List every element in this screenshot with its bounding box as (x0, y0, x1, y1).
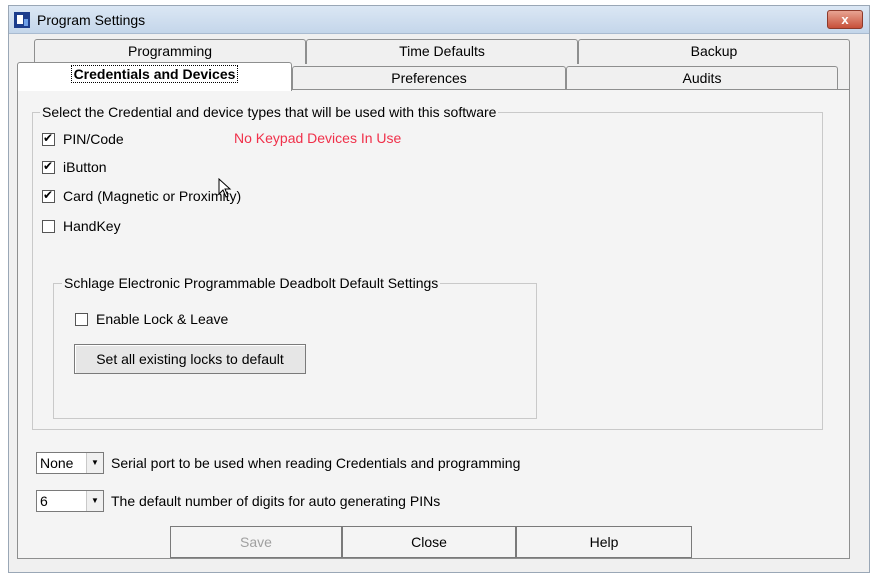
checkbox-icon[interactable] (75, 312, 88, 326)
serial-port-label: Serial port to be used when reading Cred… (111, 455, 521, 471)
tab-credentials-and-devices[interactable]: Credentials and Devices (17, 62, 292, 91)
window-title: Program Settings (37, 12, 146, 28)
title-bar[interactable]: Program Settings x (9, 6, 869, 34)
set-locks-default-button[interactable]: Set all existing locks to default (74, 344, 306, 374)
dropdown-arrow-icon[interactable]: ▼ (86, 491, 103, 511)
dropdown-arrow-icon[interactable]: ▼ (86, 453, 103, 473)
tab-programming-label: Programming (127, 43, 213, 59)
checkbox-icon[interactable] (42, 219, 55, 233)
pin-digits-value: 6 (40, 493, 48, 509)
mouse-cursor-icon (218, 178, 232, 198)
app-icon (14, 12, 30, 28)
handkey-label: HandKey (63, 218, 121, 234)
pin-code-label: PIN/Code (63, 131, 124, 147)
credential-types-legend: Select the Credential and device types t… (40, 104, 499, 120)
no-keypad-warning: No Keypad Devices In Use (234, 130, 402, 146)
card-label: Card (Magnetic or Proximity) (63, 188, 242, 204)
tab-time-defaults-label: Time Defaults (399, 43, 485, 59)
close-icon[interactable]: x (827, 10, 863, 29)
close-button[interactable]: Close (342, 526, 516, 558)
credentials-tab-panel: Select the Credential and device types t… (17, 89, 850, 559)
enable-lock-leave-label: Enable Lock & Leave (96, 311, 229, 327)
ibutton-option[interactable]: iButton (42, 159, 107, 175)
serial-port-value: None (40, 455, 74, 471)
pin-digits-select[interactable]: 6 ▼ (36, 490, 104, 512)
pin-digits-label: The default number of digits for auto ge… (111, 493, 441, 509)
checkbox-icon[interactable] (42, 131, 55, 146)
handkey-option[interactable]: HandKey (42, 218, 121, 234)
ibutton-label: iButton (63, 159, 107, 175)
checkbox-icon[interactable] (42, 159, 55, 174)
help-button[interactable]: Help (516, 526, 692, 558)
checkbox-icon[interactable] (42, 188, 55, 203)
card-option[interactable]: Card (Magnetic or Proximity) (42, 188, 241, 204)
enable-lock-leave-option[interactable]: Enable Lock & Leave (75, 311, 228, 327)
serial-port-select[interactable]: None ▼ (36, 452, 104, 474)
schlage-legend: Schlage Electronic Programmable Deadbolt… (62, 275, 441, 291)
save-button[interactable]: Save (170, 526, 342, 558)
tab-credentials-label: Credentials and Devices (70, 65, 239, 83)
pin-code-option[interactable]: PIN/Code (42, 131, 124, 147)
tab-backup-label: Backup (690, 43, 738, 59)
